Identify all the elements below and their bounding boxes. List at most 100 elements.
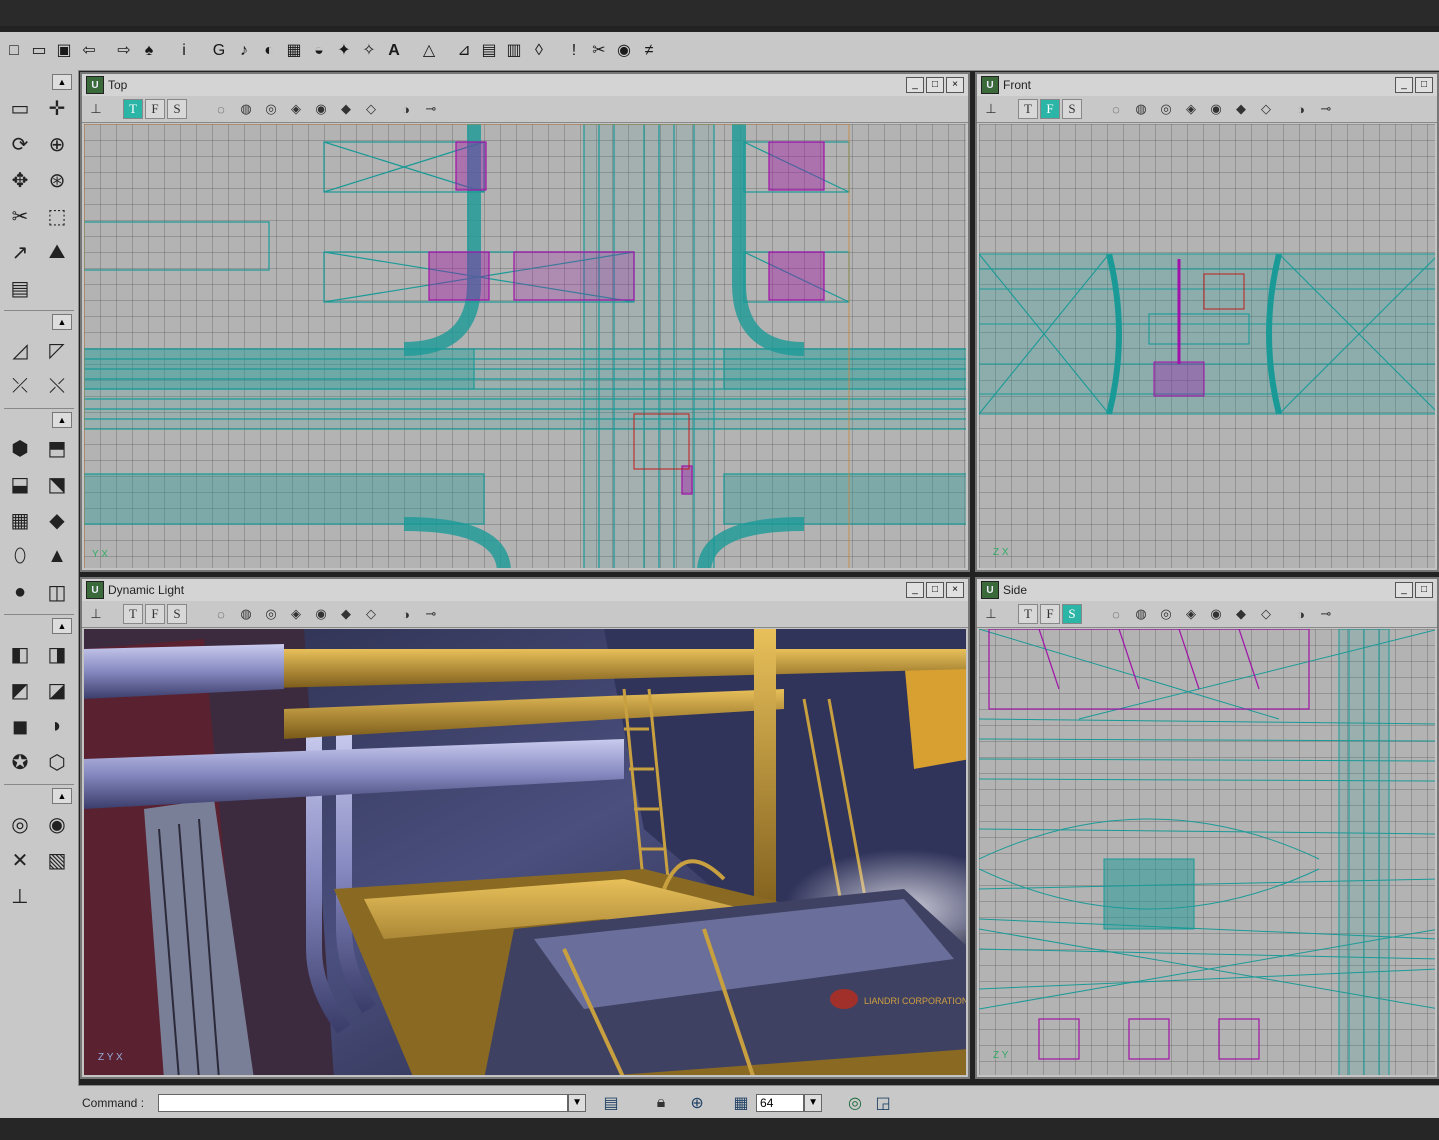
info-icon[interactable]: i <box>173 40 195 62</box>
lighting-icon[interactable]: ◈ <box>1180 99 1202 119</box>
show-flags-icon[interactable]: ◑ <box>395 99 417 119</box>
open-icon[interactable]: ▭ <box>28 40 50 62</box>
vertex-snap-icon[interactable]: ⊕ <box>686 1092 708 1114</box>
vertex-edit-icon[interactable]: ✛ <box>41 92 73 124</box>
volumetric-icon[interactable]: ◫ <box>41 576 73 608</box>
textures-icon[interactable]: ◎ <box>260 99 282 119</box>
poly-icon[interactable]: ◇ <box>1255 604 1277 624</box>
surface-icon[interactable]: ✂ <box>588 40 610 62</box>
actor-browser-icon[interactable]: G <box>208 40 230 62</box>
cube-icon[interactable]: ⬢ <box>4 432 36 464</box>
polygon-icon[interactable]: ◿ <box>4 334 36 366</box>
close-button[interactable]: × <box>946 77 964 93</box>
maximize-viewport-icon[interactable]: ◲ <box>872 1092 894 1114</box>
select-invert-icon[interactable]: ✕ <box>4 844 36 876</box>
lock-icon[interactable]: 🔒︎ <box>650 1092 672 1114</box>
command-input[interactable] <box>158 1093 569 1112</box>
poly-icon[interactable]: ◇ <box>360 99 382 119</box>
textures-icon[interactable]: ◎ <box>1155 99 1177 119</box>
pivot-icon[interactable]: ⊥ <box>980 604 1002 624</box>
viewport-options-icon[interactable]: ⊸ <box>1315 604 1337 624</box>
save-icon[interactable]: ▣ <box>53 40 75 62</box>
build-geometry-icon[interactable]: △ <box>418 40 440 62</box>
lighting-icon[interactable]: ◈ <box>1180 604 1202 624</box>
view-s-button[interactable]: S <box>1062 604 1082 624</box>
unlit-icon[interactable]: ◉ <box>1205 604 1227 624</box>
new-icon[interactable]: □ <box>3 40 25 62</box>
matinee-icon[interactable]: ▤ <box>4 272 36 304</box>
depth-icon[interactable]: ◆ <box>335 99 357 119</box>
view-s-button[interactable]: S <box>167 99 187 119</box>
minimize-button[interactable]: _ <box>906 77 924 93</box>
spiral-stairs-icon[interactable]: ⬔ <box>41 468 73 500</box>
close-button[interactable]: × <box>946 582 964 598</box>
viewport-canvas[interactable]: Y X <box>84 124 966 568</box>
text-icon[interactable]: A <box>383 40 405 62</box>
mesh-browser-icon[interactable]: ◒ <box>308 40 330 62</box>
depth-icon[interactable]: ◆ <box>1230 99 1252 119</box>
wireframe-icon[interactable]: ◌ <box>210 604 232 624</box>
maximize-button[interactable]: □ <box>1415 77 1433 93</box>
unlit-icon[interactable]: ◉ <box>310 99 332 119</box>
minimize-button[interactable]: _ <box>1395 582 1413 598</box>
view-t-button[interactable]: T <box>1018 604 1038 624</box>
zones-icon[interactable]: ◍ <box>235 99 257 119</box>
add-brush-icon[interactable]: ◧ <box>4 638 36 670</box>
minimize-button[interactable]: _ <box>906 582 924 598</box>
build-paths-icon[interactable]: ▤ <box>478 40 500 62</box>
view-s-button[interactable]: S <box>1062 99 1082 119</box>
build-lighting-icon[interactable]: ⊿ <box>453 40 475 62</box>
viewport-front[interactable]: U Front _ □ ⊥ T F S ◌ ◍ ◎ ◈ ◉ ◆ ◇ ◑ ⊸ Z … <box>975 72 1439 572</box>
show-selected-icon[interactable]: ◎ <box>4 808 36 840</box>
lighting-icon[interactable]: ◈ <box>285 99 307 119</box>
select-box-icon[interactable]: ⬚ <box>41 200 73 232</box>
sheet-icon[interactable]: ▦ <box>4 504 36 536</box>
plane-icon[interactable]: ◆ <box>41 504 73 536</box>
zones-icon[interactable]: ◍ <box>1130 604 1152 624</box>
curved-stairs-icon[interactable]: ⬓ <box>4 468 36 500</box>
play-icon[interactable]: ◊ <box>528 40 550 62</box>
poly-icon[interactable]: ◇ <box>360 604 382 624</box>
camera-speed-icon[interactable]: ⊥ <box>4 880 36 912</box>
grid-size-select[interactable]: 64 ▼ <box>756 1093 823 1112</box>
wireframe-icon[interactable]: ◌ <box>1105 604 1127 624</box>
subtract-brush-icon[interactable]: ◨ <box>41 638 73 670</box>
pivot-icon[interactable]: ⊥ <box>980 99 1002 119</box>
textures-icon[interactable]: ◎ <box>260 604 282 624</box>
zones-icon[interactable]: ◍ <box>1130 99 1152 119</box>
viewport-side[interactable]: U Side _ □ ⊥ T F S ◌ ◍ ◎ ◈ ◉ ◆ ◇ ◑ ⊸ Z Y <box>975 577 1439 1079</box>
deintersect-icon[interactable]: ◪ <box>41 674 73 706</box>
show-flags-icon[interactable]: ◑ <box>1290 99 1312 119</box>
terrain-edit-icon[interactable]: ⛰ <box>41 236 73 268</box>
viewport-canvas[interactable]: LIANDRI CORPORATION Z Y X <box>84 629 966 1075</box>
maximize-button[interactable]: □ <box>1415 582 1433 598</box>
view-t-button[interactable]: T <box>123 604 143 624</box>
undo-icon[interactable]: ⇦ <box>78 40 100 62</box>
lighting-icon[interactable]: ◈ <box>285 604 307 624</box>
grid-toggle-icon[interactable]: ▦ <box>730 1092 752 1114</box>
grid-size-dropdown[interactable]: ▼ <box>804 1093 823 1112</box>
properties-icon[interactable]: ! <box>563 40 585 62</box>
view-f-button[interactable]: F <box>145 604 165 624</box>
zones-icon[interactable]: ◍ <box>235 604 257 624</box>
maximize-button[interactable]: □ <box>926 582 944 598</box>
command-history-dropdown[interactable]: ▼ <box>568 1093 587 1112</box>
view-f-button[interactable]: F <box>145 99 165 119</box>
viewport-options-icon[interactable]: ⊸ <box>420 604 442 624</box>
redo-icon[interactable]: ⇨ <box>113 40 135 62</box>
pan-icon[interactable]: ✥ <box>4 164 36 196</box>
pivot-icon[interactable]: ⊥ <box>85 99 107 119</box>
show-flags-icon[interactable]: ◑ <box>395 604 417 624</box>
music-browser-icon[interactable]: ◐ <box>258 40 280 62</box>
viewport-canvas[interactable]: Z X <box>979 124 1435 568</box>
poly-icon[interactable]: ◇ <box>1255 99 1277 119</box>
collapse-toggle-icon[interactable]: ▲ <box>52 788 72 804</box>
viewport-top[interactable]: U Top _ □ × ⊥ T F S ◌ ◍ ◎ ◈ ◉ ◆ ◇ ◑ ⊸ Y … <box>80 72 970 572</box>
add-special-icon[interactable]: ◼ <box>4 710 36 742</box>
depth-icon[interactable]: ◆ <box>335 604 357 624</box>
sphere-icon[interactable]: ● <box>4 576 36 608</box>
viewport-options-icon[interactable]: ⊸ <box>420 99 442 119</box>
rotation-snap-icon[interactable]: ◎ <box>844 1092 866 1114</box>
collapse-toggle-icon[interactable]: ▲ <box>52 74 72 90</box>
split-icon[interactable]: ⤫ <box>4 370 36 402</box>
